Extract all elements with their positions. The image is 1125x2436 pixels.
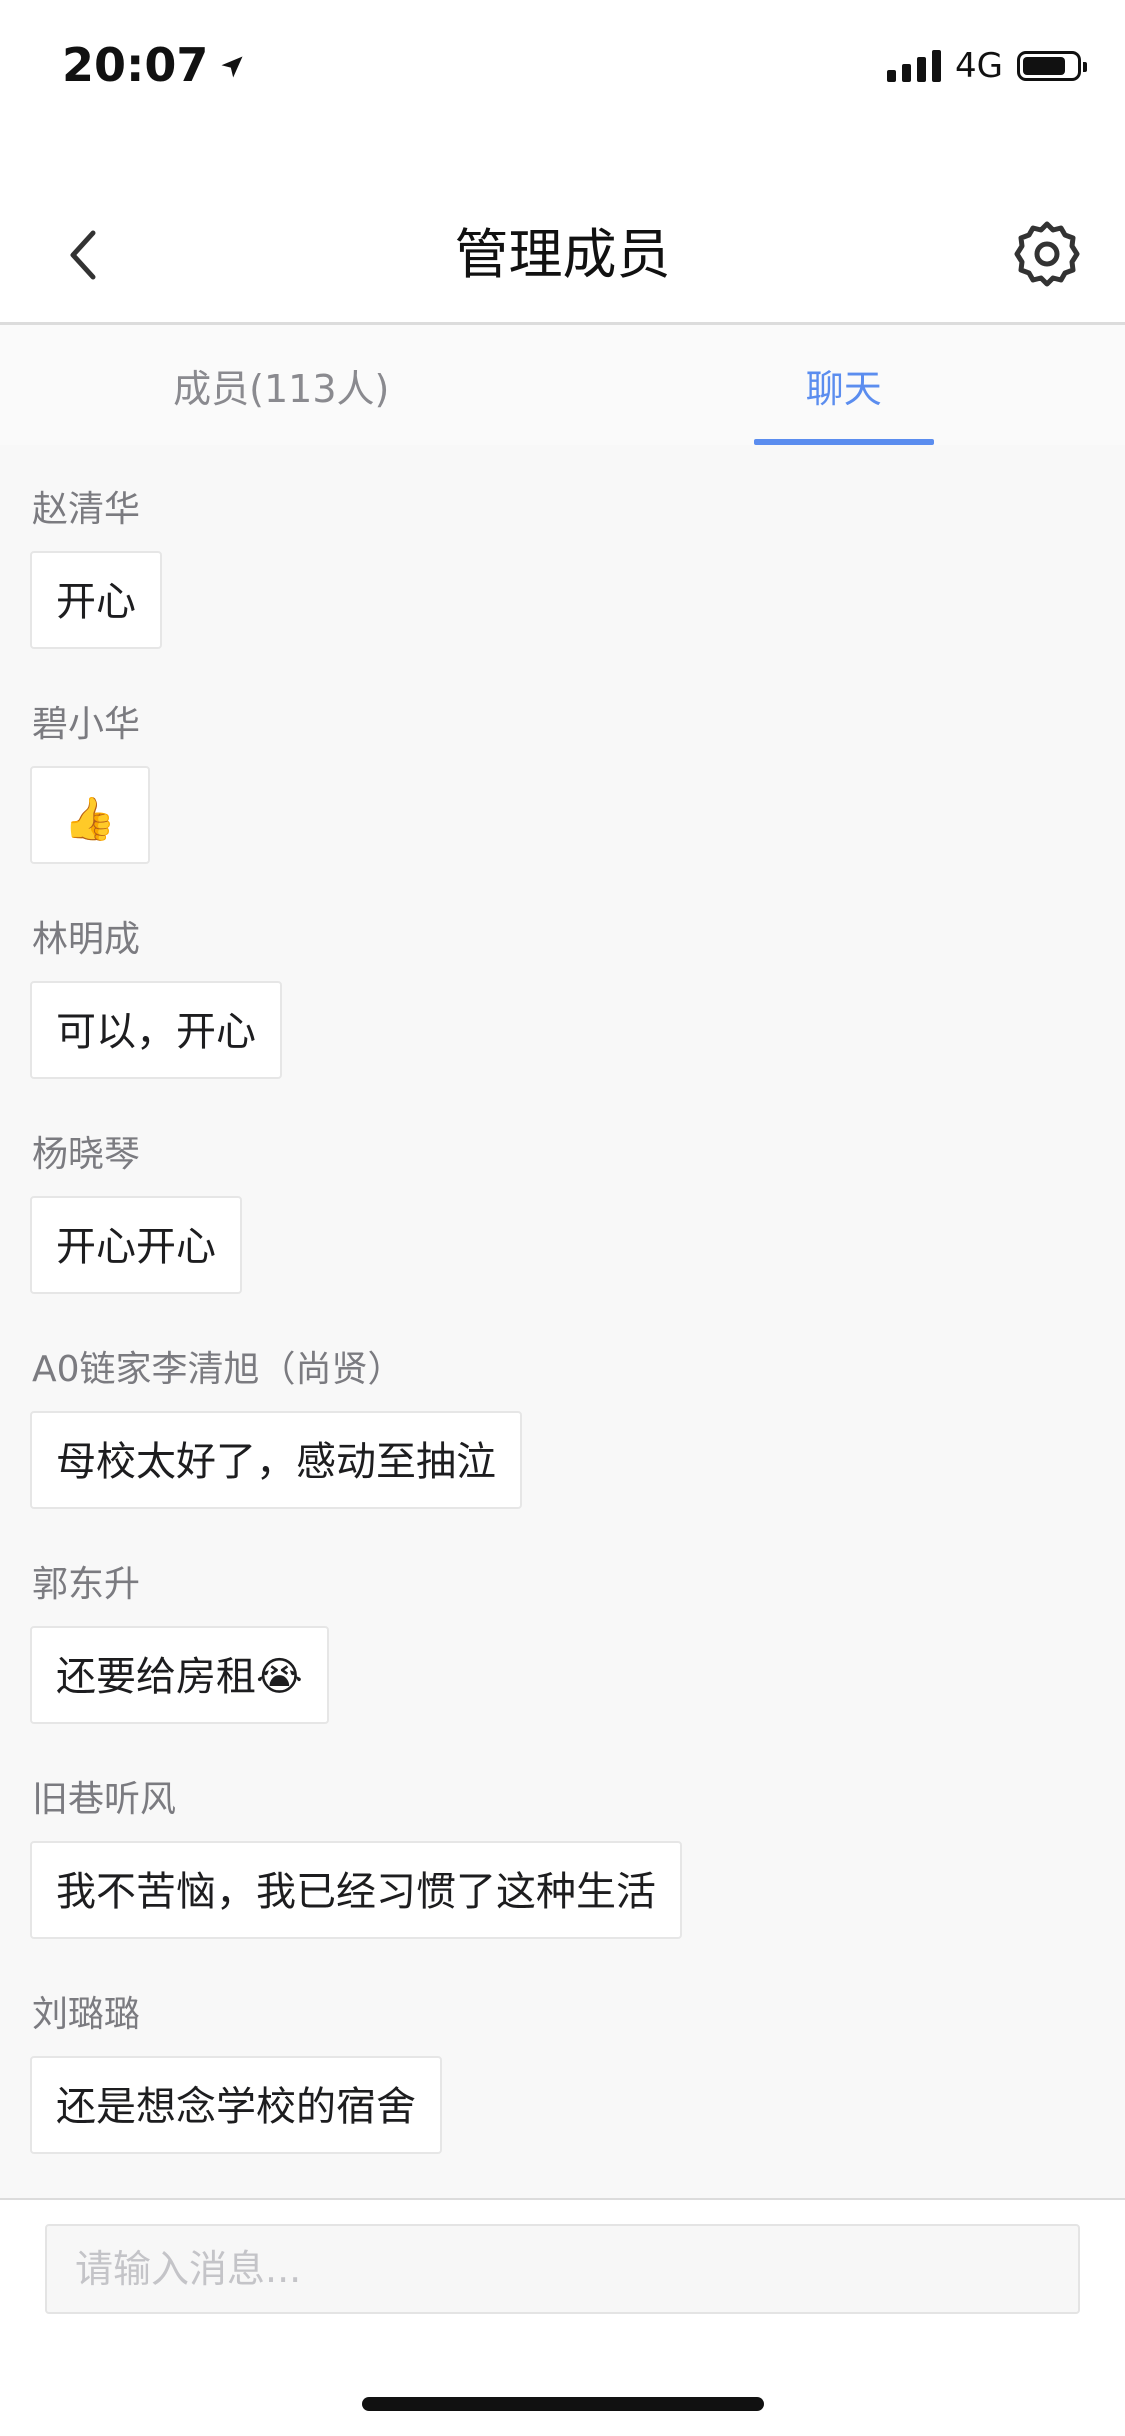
status-time: 20:07 bbox=[62, 38, 246, 92]
battery-icon bbox=[1017, 51, 1087, 81]
message-sender: 杨晓琴 bbox=[32, 1134, 141, 1175]
network-type: 4G bbox=[955, 46, 1003, 86]
time-text: 20:07 bbox=[62, 38, 209, 92]
message-item: 碧小华 👍 bbox=[30, 702, 150, 864]
message-bubble[interactable]: 可以，开心 bbox=[30, 981, 282, 1079]
tab-bar: 成员(113人) 聊天 bbox=[0, 325, 1125, 445]
battery-level bbox=[1023, 57, 1065, 75]
message-item: A0链家李清旭（尚贤） 母校太好了，感动至抽泣 bbox=[30, 1347, 522, 1509]
cellular-signal-icon bbox=[887, 50, 942, 82]
message-bubble[interactable]: 开心 bbox=[30, 551, 162, 649]
message-bubble[interactable]: 还是想念学校的宿舍 bbox=[30, 2056, 442, 2154]
message-sender: 旧巷听风 bbox=[32, 1779, 177, 1820]
message-bubble[interactable]: 母校太好了，感动至抽泣 bbox=[30, 1411, 522, 1509]
message-item: 杨晓琴 开心开心 bbox=[30, 1132, 242, 1294]
tab-members[interactable]: 成员(113人) bbox=[0, 325, 563, 445]
message-sender: 刘璐璐 bbox=[32, 1994, 141, 2035]
tab-chat-label: 聊天 bbox=[805, 366, 882, 411]
message-bubble[interactable]: 开心开心 bbox=[30, 1196, 242, 1294]
message-sender: 郭东升 bbox=[32, 1564, 141, 1605]
message-input[interactable] bbox=[45, 2224, 1080, 2314]
navigation-bar: 管理成员 bbox=[0, 190, 1125, 325]
message-sender: 赵清华 bbox=[32, 489, 141, 530]
message-item: 刘璐璐 还是想念学校的宿舍 bbox=[30, 1992, 442, 2154]
message-sender: 林明成 bbox=[32, 919, 141, 960]
gear-icon bbox=[1014, 221, 1080, 287]
message-item: 林明成 可以，开心 bbox=[30, 917, 282, 1079]
message-sender: A0链家李清旭（尚贤） bbox=[32, 1349, 404, 1390]
status-indicators: 4G bbox=[887, 46, 1087, 86]
message-item: 赵清华 开心 bbox=[30, 487, 162, 649]
settings-button[interactable] bbox=[1009, 216, 1085, 292]
message-bubble[interactable]: 👍 bbox=[30, 766, 150, 864]
tab-members-label: 成员(113人) bbox=[173, 366, 390, 411]
message-item: 郭东升 还要给房租😭 bbox=[30, 1562, 329, 1724]
location-arrow-icon bbox=[218, 38, 246, 92]
screen: 20:07 4G 管理成员 成员(113人) 聊天 赵清华 开心 碧小华 👍 林… bbox=[0, 0, 1125, 2436]
message-sender: 碧小华 bbox=[32, 704, 141, 745]
message-bubble[interactable]: 我不苦恼，我已经习惯了这种生活 bbox=[30, 1841, 682, 1939]
thumbs-up-icon: 👍 bbox=[63, 794, 117, 843]
chat-message-list[interactable]: 赵清华 开心 碧小华 👍 林明成 可以，开心 杨晓琴 开心开心 A0链家李清旭（… bbox=[0, 445, 1125, 2200]
status-bar: 20:07 4G bbox=[0, 0, 1125, 135]
message-bubble[interactable]: 还要给房租😭 bbox=[30, 1626, 329, 1724]
tab-chat[interactable]: 聊天 bbox=[563, 325, 1125, 445]
message-item: 旧巷听风 我不苦恼，我已经习惯了这种生活 bbox=[30, 1777, 682, 1939]
home-indicator[interactable] bbox=[362, 2397, 764, 2411]
page-title: 管理成员 bbox=[454, 223, 671, 286]
